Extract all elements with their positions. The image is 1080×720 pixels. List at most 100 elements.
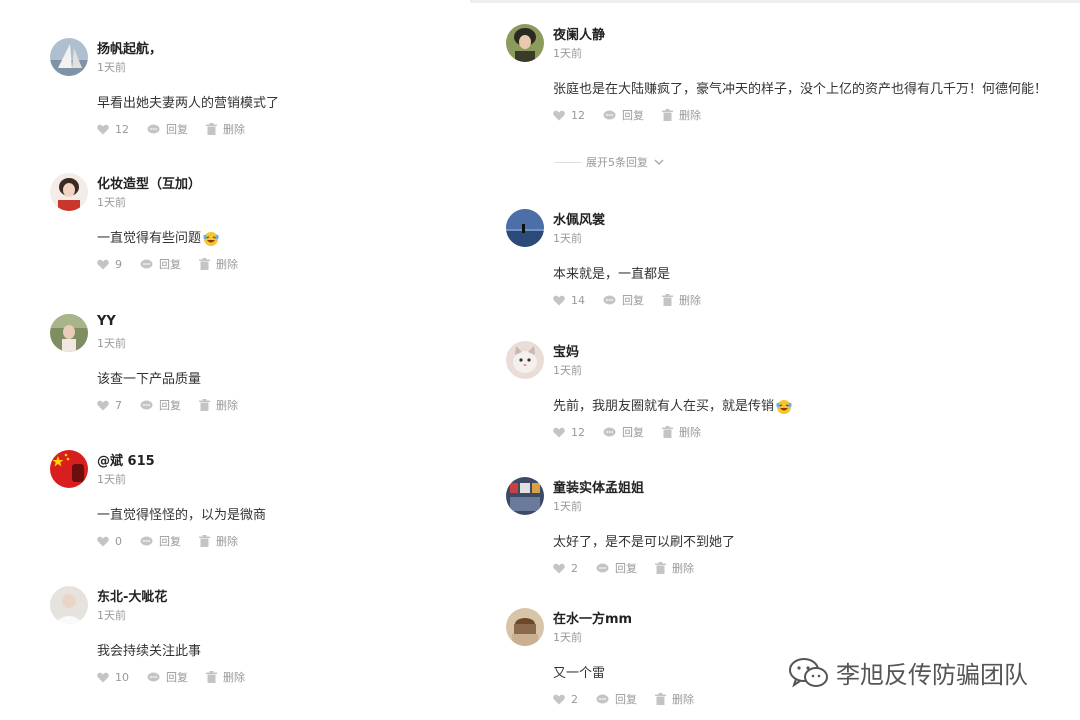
delete-button[interactable]: 删除 <box>662 107 701 123</box>
avatar[interactable] <box>50 450 88 488</box>
reply-icon <box>140 259 153 268</box>
heart-icon <box>553 427 565 437</box>
avatar[interactable] <box>506 477 544 515</box>
user-name[interactable]: 夜阑人静 <box>553 24 605 43</box>
trash-icon <box>199 399 210 411</box>
delete-button[interactable]: 删除 <box>206 669 245 685</box>
reply-button[interactable]: 回复 <box>140 533 181 549</box>
like-count: 12 <box>115 122 129 136</box>
reply-button[interactable]: 回复 <box>603 107 644 123</box>
reply-label: 回复 <box>622 294 644 307</box>
comment-time: 1天前 <box>553 631 582 644</box>
like-button[interactable]: 14 <box>553 294 585 307</box>
delete-button[interactable]: 删除 <box>199 533 238 549</box>
like-button[interactable]: 0 <box>97 535 122 548</box>
comment-time: 1天前 <box>553 232 582 245</box>
reply-button[interactable]: 回复 <box>140 256 181 272</box>
wechat-icon <box>789 657 828 687</box>
like-button[interactable]: 2 <box>553 693 578 706</box>
user-name[interactable]: @斌 615 <box>97 450 155 469</box>
delete-button[interactable]: 删除 <box>655 691 694 707</box>
reply-button[interactable]: 回复 <box>147 121 188 137</box>
reply-icon <box>603 427 616 436</box>
comment-text: 一直觉得怪怪的，以为是微商 <box>97 508 267 523</box>
like-button[interactable]: 12 <box>97 123 129 136</box>
reply-label: 回复 <box>159 535 181 548</box>
user-name[interactable]: 宝妈 <box>553 341 579 360</box>
heart-icon <box>97 259 109 269</box>
comment-text: 该查一下产品质量 <box>97 372 202 387</box>
user-name[interactable]: 水佩风裳 <box>553 209 605 228</box>
laughing-emoji-icon <box>203 231 219 246</box>
user-name[interactable]: 在水一方mm <box>553 608 632 627</box>
comment-text: 又一个雷 <box>553 666 606 681</box>
delete-button[interactable]: 删除 <box>662 424 701 440</box>
user-name[interactable]: 扬帆起航， <box>97 38 162 57</box>
trash-icon <box>206 671 217 683</box>
avatar[interactable] <box>50 314 88 352</box>
comment-actions: 2 回复 删除 <box>553 560 712 576</box>
comment-actions: 12 回复 删除 <box>553 107 719 123</box>
chevron-down-icon <box>654 158 664 165</box>
trash-icon <box>662 426 673 438</box>
reply-label: 回复 <box>166 671 188 684</box>
avatar[interactable] <box>506 341 544 379</box>
like-button[interactable]: 9 <box>97 258 122 271</box>
trash-icon <box>662 109 673 121</box>
comment-actions: 12 回复 删除 <box>97 121 263 137</box>
reply-icon <box>603 295 616 304</box>
laughing-emoji-icon <box>776 399 792 414</box>
reply-button[interactable]: 回复 <box>596 691 637 707</box>
delete-button[interactable]: 删除 <box>662 292 701 308</box>
heart-icon <box>97 536 109 546</box>
comment-time: 1天前 <box>97 609 126 622</box>
like-button[interactable]: 12 <box>553 426 585 439</box>
reply-label: 回复 <box>622 426 644 439</box>
like-button[interactable]: 7 <box>97 399 122 412</box>
avatar[interactable] <box>506 209 544 247</box>
watermark-text: 李旭反传防骗团队 <box>836 661 1028 689</box>
user-name[interactable]: YY <box>97 314 116 329</box>
reply-button[interactable]: 回复 <box>147 669 188 685</box>
avatar[interactable] <box>506 24 544 62</box>
user-name[interactable]: 东北-大呲花 <box>97 586 167 605</box>
delete-button[interactable]: 删除 <box>655 560 694 576</box>
comment-time: 1天前 <box>97 61 126 74</box>
heart-icon <box>553 694 565 704</box>
trash-icon <box>655 693 666 705</box>
like-button[interactable]: 2 <box>553 562 578 575</box>
trash-icon <box>206 123 217 135</box>
avatar[interactable] <box>50 586 88 624</box>
comment-actions: 12 回复 删除 <box>553 424 719 440</box>
user-name[interactable]: 化妆造型（互加） <box>97 173 201 192</box>
comment-time: 1天前 <box>97 196 126 209</box>
user-name[interactable]: 童装实体孟姐姐 <box>553 477 644 496</box>
avatar[interactable] <box>506 608 544 646</box>
reply-button[interactable]: 回复 <box>140 397 181 413</box>
reply-button[interactable]: 回复 <box>596 560 637 576</box>
delete-label: 删除 <box>672 693 694 706</box>
heart-icon <box>553 563 565 573</box>
reply-label: 回复 <box>166 123 188 136</box>
like-button[interactable]: 10 <box>97 671 129 684</box>
delete-button[interactable]: 删除 <box>199 397 238 413</box>
comment-text: 我会持续关注此事 <box>97 644 202 659</box>
comment-actions: 10 回复 删除 <box>97 669 263 685</box>
delete-label: 删除 <box>679 109 701 122</box>
delete-label: 删除 <box>223 671 245 684</box>
expand-replies-button[interactable]: 展开5条回复 <box>555 154 664 170</box>
reply-label: 回复 <box>622 109 644 122</box>
heart-icon <box>97 400 109 410</box>
reply-icon <box>596 563 609 572</box>
reply-button[interactable]: 回复 <box>603 424 644 440</box>
like-button[interactable]: 12 <box>553 109 585 122</box>
like-count: 0 <box>115 534 122 548</box>
heart-icon <box>97 672 109 682</box>
delete-button[interactable]: 删除 <box>206 121 245 137</box>
avatar[interactable] <box>50 38 88 76</box>
delete-button[interactable]: 删除 <box>199 256 238 272</box>
avatar[interactable] <box>50 173 88 211</box>
reply-button[interactable]: 回复 <box>603 292 644 308</box>
comment-actions: 9 回复 删除 <box>97 256 256 272</box>
watermark: 李旭反传防骗团队 <box>788 655 1028 690</box>
